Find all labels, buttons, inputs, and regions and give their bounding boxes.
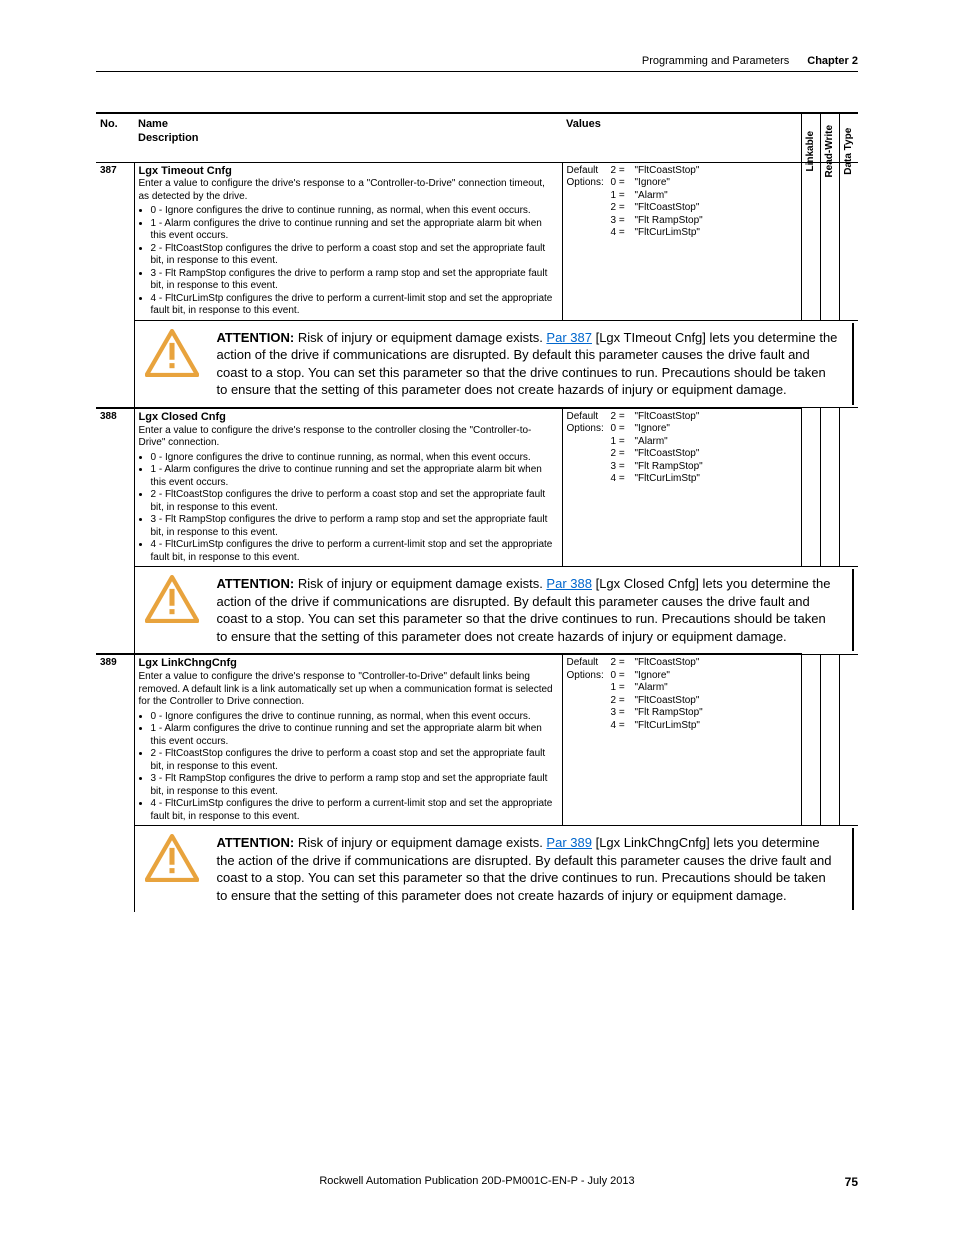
param-values-cell: Default2 ="FltCoastStop"Options:0 ="Igno… bbox=[562, 162, 802, 320]
col-datatype: Data Type bbox=[840, 113, 859, 162]
param-flag-cell bbox=[802, 162, 821, 320]
running-header: Programming and Parameters Chapter 2 bbox=[96, 55, 858, 72]
list-item: 1 - Alarm configures the drive to contin… bbox=[151, 723, 558, 748]
table-row: 388Lgx Closed CnfgEnter a value to confi… bbox=[96, 408, 858, 567]
attention-box: ATTENTION: Risk of injury or equipment d… bbox=[139, 569, 855, 651]
param-flag-cell bbox=[840, 654, 859, 825]
list-item: 4 - FltCurLimStp configures the drive to… bbox=[151, 798, 558, 823]
attention-text: ATTENTION: Risk of injury or equipment d… bbox=[217, 834, 841, 904]
param-values-cell: Default2 ="FltCoastStop"Options:0 ="Igno… bbox=[562, 654, 802, 825]
param-reference-link[interactable]: Par 389 bbox=[546, 835, 592, 850]
list-item: 4 - FltCurLimStp configures the drive to… bbox=[151, 293, 558, 318]
list-item: 2 - FltCoastStop configures the drive to… bbox=[151, 243, 558, 268]
list-item: 3 - Flt RampStop configures the drive to… bbox=[151, 268, 558, 293]
col-readwrite: Read-Write bbox=[821, 113, 840, 162]
param-intro: Enter a value to configure the drive's r… bbox=[139, 671, 558, 709]
param-description-cell: Lgx Timeout CnfgEnter a value to configu… bbox=[134, 162, 562, 320]
header-chapter: Chapter 2 bbox=[807, 55, 858, 67]
page-footer: Rockwell Automation Publication 20D-PM00… bbox=[0, 1175, 954, 1187]
list-item: 1 - Alarm configures the drive to contin… bbox=[151, 464, 558, 489]
param-option-list: 0 - Ignore configures the drive to conti… bbox=[139, 205, 558, 318]
list-item: 4 - FltCurLimStp configures the drive to… bbox=[151, 539, 558, 564]
col-linkable: Linkable bbox=[802, 113, 821, 162]
param-reference-link[interactable]: Par 388 bbox=[546, 576, 592, 591]
list-item: 0 - Ignore configures the drive to conti… bbox=[151, 711, 558, 724]
param-flag-cell bbox=[821, 408, 840, 567]
param-flag-cell bbox=[802, 408, 821, 567]
list-item: 0 - Ignore configures the drive to conti… bbox=[151, 452, 558, 465]
attention-row: ATTENTION: Risk of injury or equipment d… bbox=[96, 826, 858, 913]
param-number: 387 bbox=[96, 162, 134, 408]
footer-publication: Rockwell Automation Publication 20D-PM00… bbox=[319, 1175, 634, 1187]
list-item: 2 - FltCoastStop configures the drive to… bbox=[151, 489, 558, 514]
list-item: 1 - Alarm configures the drive to contin… bbox=[151, 218, 558, 243]
col-description-label: Description bbox=[138, 132, 558, 146]
param-number: 389 bbox=[96, 654, 134, 912]
param-name: Lgx Closed Cnfg bbox=[139, 411, 558, 425]
list-item: 2 - FltCoastStop configures the drive to… bbox=[151, 748, 558, 773]
param-values-cell: Default2 ="FltCoastStop"Options:0 ="Igno… bbox=[562, 408, 802, 567]
param-flag-cell bbox=[840, 162, 859, 320]
col-values: Values bbox=[562, 113, 802, 162]
list-item: 3 - Flt RampStop configures the drive to… bbox=[151, 773, 558, 798]
attention-text: ATTENTION: Risk of injury or equipment d… bbox=[217, 575, 841, 645]
param-flag-cell bbox=[840, 408, 859, 567]
param-name: Lgx Timeout Cnfg bbox=[139, 165, 558, 179]
param-intro: Enter a value to configure the drive's r… bbox=[139, 178, 558, 203]
param-option-list: 0 - Ignore configures the drive to conti… bbox=[139, 452, 558, 565]
param-option-list: 0 - Ignore configures the drive to conti… bbox=[139, 711, 558, 824]
attention-row: ATTENTION: Risk of injury or equipment d… bbox=[96, 320, 858, 408]
param-name: Lgx LinkChngCnfg bbox=[139, 657, 558, 671]
param-flag-cell bbox=[821, 654, 840, 825]
parameter-table: No. Name Description Values Linkable Rea… bbox=[96, 112, 858, 912]
table-row: 389Lgx LinkChngCnfgEnter a value to conf… bbox=[96, 654, 858, 825]
footer-page-number: 75 bbox=[845, 1175, 858, 1189]
param-flag-cell bbox=[802, 654, 821, 825]
param-description-cell: Lgx LinkChngCnfgEnter a value to configu… bbox=[134, 654, 562, 825]
warning-triangle-icon bbox=[145, 575, 199, 645]
warning-triangle-icon bbox=[145, 329, 199, 399]
param-flag-cell bbox=[821, 162, 840, 320]
param-intro: Enter a value to configure the drive's r… bbox=[139, 425, 558, 450]
param-description-cell: Lgx Closed CnfgEnter a value to configur… bbox=[134, 408, 562, 567]
attention-text: ATTENTION: Risk of injury or equipment d… bbox=[217, 329, 841, 399]
table-row: 387Lgx Timeout CnfgEnter a value to conf… bbox=[96, 162, 858, 320]
col-name: Name Description bbox=[134, 113, 562, 162]
attention-row: ATTENTION: Risk of injury or equipment d… bbox=[96, 567, 858, 655]
col-name-label: Name bbox=[138, 118, 558, 132]
warning-triangle-icon bbox=[145, 834, 199, 904]
header-section: Programming and Parameters bbox=[642, 55, 789, 67]
list-item: 0 - Ignore configures the drive to conti… bbox=[151, 205, 558, 218]
param-reference-link[interactable]: Par 387 bbox=[546, 330, 592, 345]
attention-box: ATTENTION: Risk of injury or equipment d… bbox=[139, 828, 855, 910]
param-number: 388 bbox=[96, 408, 134, 654]
attention-box: ATTENTION: Risk of injury or equipment d… bbox=[139, 323, 855, 405]
list-item: 3 - Flt RampStop configures the drive to… bbox=[151, 514, 558, 539]
col-no: No. bbox=[96, 113, 134, 162]
